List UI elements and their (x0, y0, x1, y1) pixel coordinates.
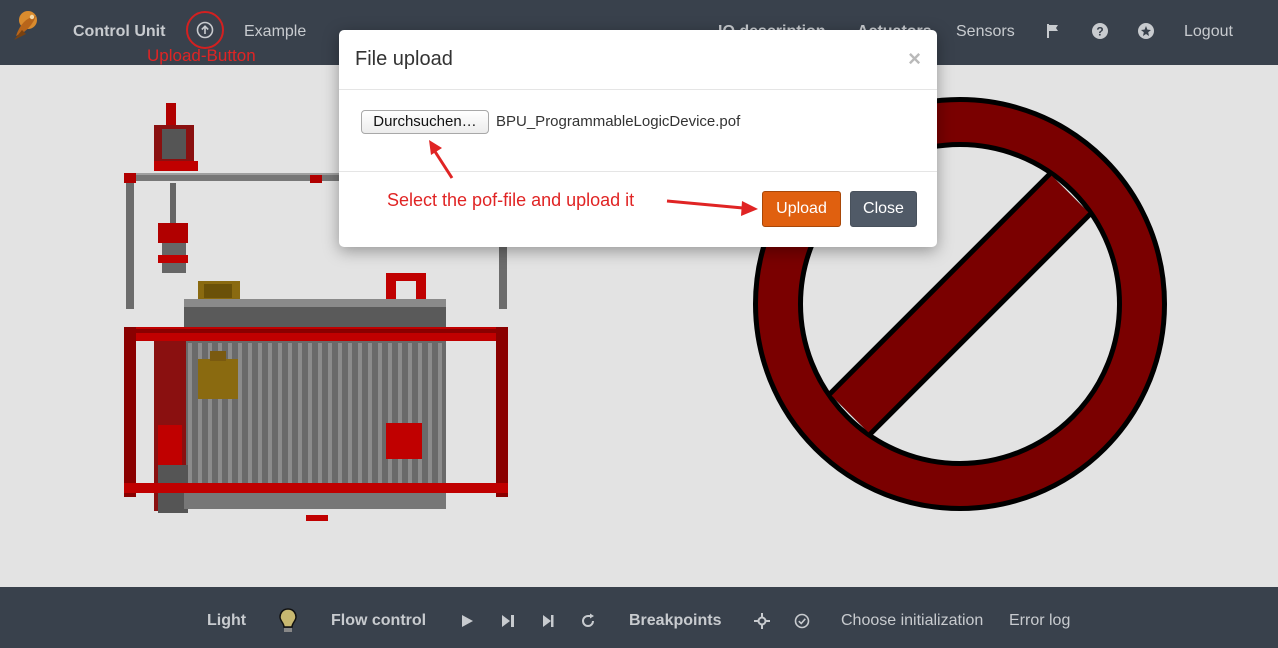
close-icon[interactable]: × (908, 46, 921, 72)
play-icon[interactable] (459, 613, 475, 629)
arrow-right-icon (741, 201, 758, 216)
redo-icon[interactable] (580, 613, 596, 629)
flow-control-label: Flow control (331, 612, 427, 629)
error-log[interactable]: Error log (1009, 587, 1070, 648)
bottom-toolbar: Light Flow control Breakpoints Choose in… (0, 587, 1278, 648)
lightbulb-icon[interactable] (278, 607, 298, 635)
file-upload-modal: File upload × Durchsuchen… BPU_Programma… (339, 30, 937, 247)
step-forward-icon[interactable] (500, 613, 516, 629)
flag-icon[interactable] (1045, 22, 1063, 40)
nav-example[interactable]: Example (244, 0, 306, 65)
light-label: Light (207, 612, 247, 629)
star-circle-icon[interactable] (1137, 22, 1155, 40)
breakpoints-label: Breakpoints (629, 612, 722, 629)
nav-logout[interactable]: Logout (1184, 0, 1233, 65)
close-button[interactable]: Close (850, 191, 917, 227)
crosshair-icon[interactable] (754, 613, 770, 629)
selected-file-name: BPU_ProgrammableLogicDevice.pof (496, 113, 741, 130)
skip-forward-icon[interactable] (540, 613, 556, 629)
modal-title: File upload (355, 48, 453, 70)
upload-button-highlight (186, 11, 224, 49)
choose-initialization[interactable]: Choose initialization (841, 587, 983, 648)
svg-text:?: ? (1096, 25, 1103, 39)
modal-header-divider (339, 89, 937, 90)
upload-instruction-annotation: Select the pof-file and upload it (387, 190, 635, 210)
question-circle-icon[interactable]: ? (1091, 22, 1109, 40)
nav-sensors[interactable]: Sensors (956, 0, 1015, 65)
modal-footer-divider (339, 171, 937, 172)
browse-file-button[interactable]: Durchsuchen… (361, 110, 489, 134)
upload-button-annotation: Upload-Button (147, 46, 256, 65)
upload-button[interactable]: Upload (762, 191, 841, 227)
arrow-up-icon (429, 140, 442, 155)
app-logo-icon[interactable] (12, 8, 42, 42)
check-circle-icon[interactable] (794, 613, 810, 629)
